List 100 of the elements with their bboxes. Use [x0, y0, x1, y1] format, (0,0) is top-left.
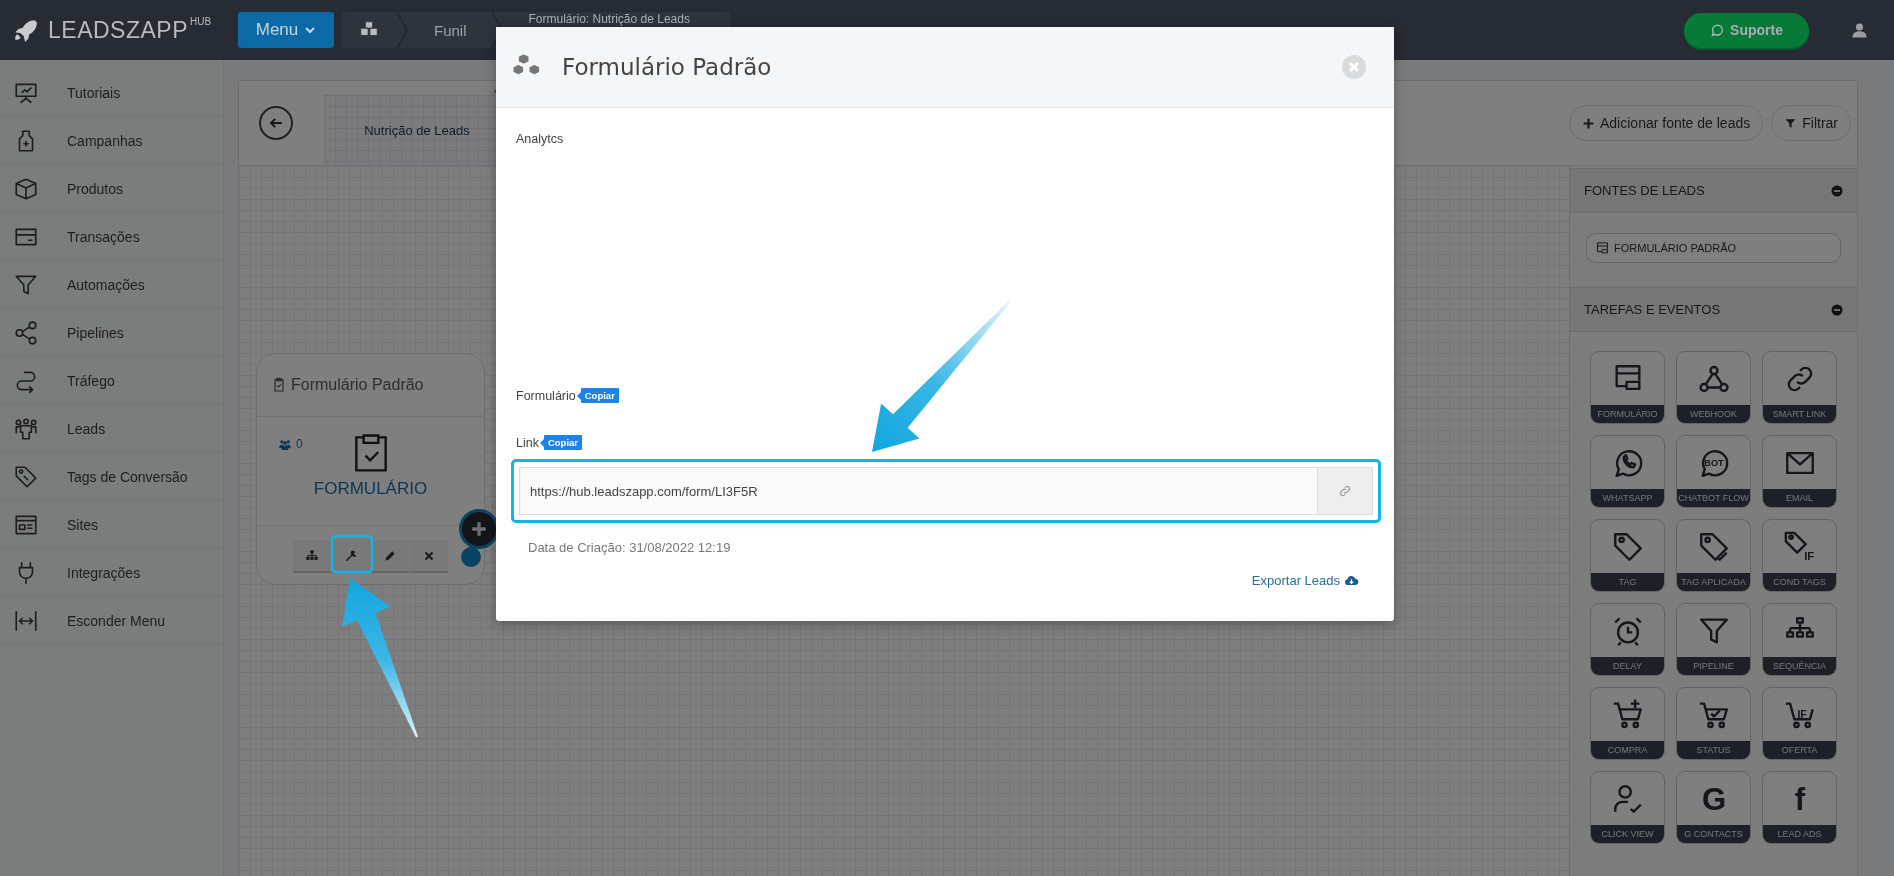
- funnel-node[interactable]: Formulário Padrão 0 FORMULÁRIO: [256, 353, 485, 585]
- lead-source-item[interactable]: FORMULÁRIO PADRÃO: [1586, 233, 1841, 263]
- sidebar-item[interactable]: Tutoriais: [0, 69, 223, 117]
- task-tile[interactable]: G G CONTACTS: [1676, 771, 1751, 844]
- sidebar-label: Tráfego: [67, 372, 115, 389]
- link-field[interactable]: https://hub.leadszapp.com/form/LI3F5R: [519, 467, 1318, 515]
- field-label: Formulário: [516, 388, 576, 403]
- link-icon: [1338, 484, 1352, 498]
- node-title: Formulário Padrão: [291, 376, 424, 394]
- task-tile[interactable]: PIPELINE: [1676, 603, 1751, 676]
- menu-button[interactable]: Menu: [238, 12, 334, 48]
- sidebar-item[interactable]: Tráfego: [0, 357, 223, 405]
- tile-label: FORMULÁRIO: [1591, 405, 1664, 423]
- section-label: Analytcs: [516, 132, 564, 146]
- task-tile[interactable]: f LEAD ADS: [1762, 771, 1837, 844]
- tile-label: TAG: [1591, 573, 1664, 591]
- edit-button[interactable]: [371, 540, 409, 573]
- task-tile[interactable]: COMPRA: [1590, 687, 1665, 760]
- sidebar-label: Esconder Menu: [67, 612, 166, 629]
- tile-label: LEAD ADS: [1763, 825, 1836, 843]
- support-button[interactable]: Suporte: [1684, 12, 1809, 48]
- filter-button[interactable]: Filtrar: [1771, 105, 1851, 141]
- sidebar-label: Pipelines: [67, 324, 124, 341]
- sidebar-label: Sites: [67, 516, 99, 533]
- task-tile[interactable]: TAG APLICADA: [1676, 519, 1751, 592]
- status-dot: [461, 546, 481, 567]
- sidebar-item[interactable]: Integrações: [0, 549, 223, 597]
- modal-title: Formulário Padrão: [562, 54, 772, 80]
- sidebar-label: Produtos: [67, 180, 124, 197]
- plus-icon: [1582, 116, 1595, 130]
- funnel-icon: [1784, 116, 1798, 130]
- sidebar-label: Integrações: [67, 564, 141, 581]
- cloud-download-icon: [1344, 573, 1359, 588]
- task-tile[interactable]: IF OFERTA: [1762, 687, 1837, 760]
- structure-button[interactable]: [293, 540, 331, 573]
- lead-count: 0: [296, 437, 303, 451]
- task-tile[interactable]: IF COND TAGS: [1762, 519, 1837, 592]
- copy-button[interactable]: Copiar: [580, 388, 619, 403]
- add-source-button[interactable]: Adicionar fonte de leads: [1569, 105, 1764, 141]
- form-icon: [1595, 240, 1610, 256]
- tile-label: STATUS: [1677, 741, 1750, 759]
- sidebar-item[interactable]: Esconder Menu: [0, 597, 223, 645]
- task-tile[interactable]: WHATSAPP: [1590, 435, 1665, 508]
- sidebar-item[interactable]: Produtos: [0, 165, 223, 213]
- panel-title: TAREFAS E EVENTOS: [1584, 302, 1721, 317]
- tile-label: TAG APLICADA: [1677, 573, 1750, 591]
- sidebar-item[interactable]: Leads: [0, 405, 223, 453]
- task-tile[interactable]: WEBHOOK: [1676, 351, 1751, 424]
- tile-label: CLICK VIEW: [1591, 825, 1664, 843]
- task-tile[interactable]: TAG: [1590, 519, 1665, 592]
- panel-title: FONTES DE LEADS: [1584, 183, 1705, 198]
- google-icon: G: [1696, 782, 1731, 816]
- people-icon: [277, 437, 293, 451]
- plus-icon: [469, 519, 489, 539]
- sidebar-label: Leads: [67, 420, 106, 437]
- tag-icon: [13, 463, 39, 490]
- copy-button[interactable]: Copiar: [543, 435, 583, 450]
- breadcrumb-link[interactable]: Formulário: Nutrição de Leads: [528, 13, 690, 26]
- export-leads-link[interactable]: Exportar Leads: [1251, 573, 1359, 588]
- task-tile[interactable]: STATUS: [1676, 687, 1751, 760]
- task-tile[interactable]: EMAIL: [1762, 435, 1837, 508]
- collapse-icon[interactable]: [1831, 303, 1843, 316]
- close-icon: [1342, 55, 1366, 79]
- sidebar-item[interactable]: Tags de Conversão: [0, 453, 223, 501]
- back-button[interactable]: [259, 106, 293, 140]
- user-icon[interactable]: [1851, 21, 1868, 39]
- sidebar-label: Tutoriais: [67, 84, 121, 101]
- sidebar-item[interactable]: Transações: [0, 213, 223, 261]
- sidebar-item[interactable]: Pipelines: [0, 309, 223, 357]
- sidebar-label: Campanhas: [67, 132, 143, 149]
- task-tile[interactable]: FORMULÁRIO: [1590, 351, 1665, 424]
- collapse-icon[interactable]: [1831, 184, 1843, 197]
- tile-label: OFERTA: [1763, 741, 1836, 759]
- task-tile[interactable]: BOT CHATBOT FLOW: [1676, 435, 1751, 508]
- task-tile[interactable]: DELAY: [1590, 603, 1665, 676]
- sidebar-item[interactable]: Sites: [0, 501, 223, 549]
- tile-label: COND TAGS: [1763, 573, 1836, 591]
- tile-label: EMAIL: [1763, 489, 1836, 507]
- hierarchy-icon: [305, 548, 319, 563]
- brand-suffix: HUB: [190, 15, 212, 27]
- node-type-label: FORMULÁRIO: [313, 479, 428, 499]
- sidebar-label: Automações: [67, 276, 145, 293]
- breadcrumb-link[interactable]: Funil: [434, 21, 467, 39]
- panel-header[interactable]: FONTES DE LEADS: [1570, 168, 1857, 213]
- panel-header[interactable]: TAREFAS E EVENTOS: [1570, 287, 1857, 332]
- pencil-icon: [383, 548, 397, 563]
- tile-label: DELAY: [1591, 657, 1664, 675]
- delete-button[interactable]: [410, 540, 448, 573]
- sidebar-item[interactable]: Automações: [0, 261, 223, 309]
- wrench-icon: [344, 548, 358, 563]
- tile-label: COMPRA: [1591, 741, 1664, 759]
- chevron-down-icon: [304, 24, 317, 36]
- sidebar-item[interactable]: Campanhas: [0, 117, 223, 165]
- task-tile[interactable]: SMART LINK: [1762, 351, 1837, 424]
- task-tile[interactable]: SEQUÊNCIA: [1762, 603, 1837, 676]
- rocket-icon: [12, 17, 38, 43]
- tile-label: WHATSAPP: [1591, 489, 1664, 507]
- task-tile[interactable]: CLICK VIEW: [1590, 771, 1665, 844]
- tile-label: CHATBOT FLOW: [1677, 489, 1750, 507]
- sidebar-label: Tags de Conversão: [67, 468, 188, 485]
